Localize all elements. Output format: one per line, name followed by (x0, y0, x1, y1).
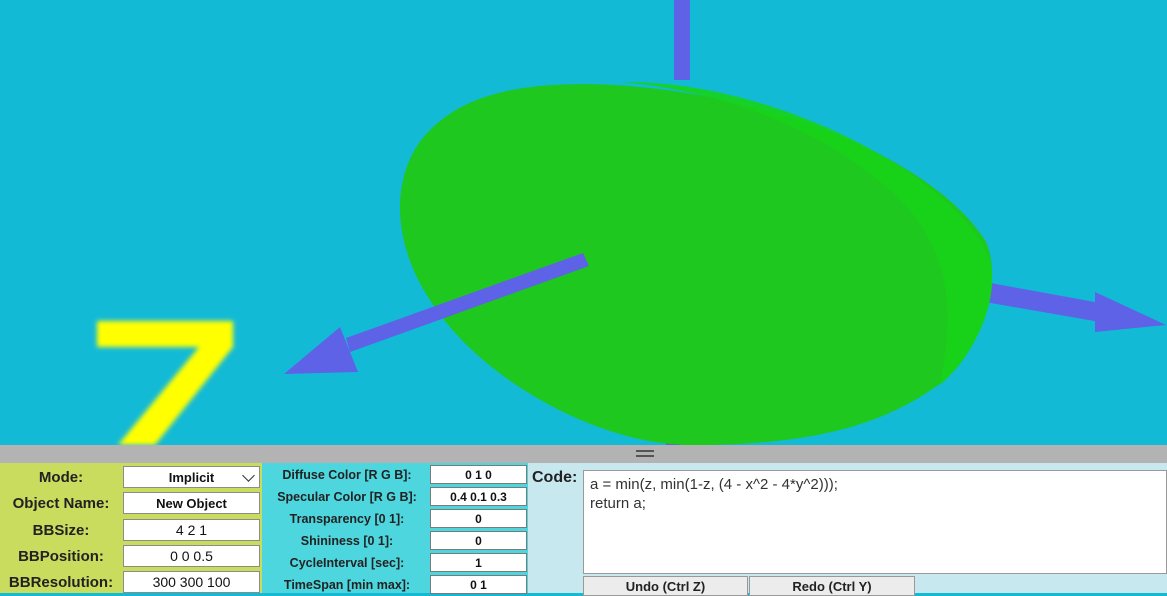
redo-button[interactable]: Redo (Ctrl Y) (749, 576, 915, 596)
diffuse-color-label: Diffuse Color [R G B]: (282, 468, 412, 482)
object-editor-panel: Mode: Implicit Object Name: New Object B… (0, 463, 1167, 596)
cycle-interval-label: CycleInterval [sec]: (289, 556, 405, 570)
specular-color-label: Specular Color [R G B]: (277, 490, 417, 504)
code-editor[interactable]: a = min(z, min(1-z, (4 - x^2 - 4*y^2)));… (583, 470, 1167, 574)
mode-select-value: Implicit (168, 469, 215, 485)
bbposition-label: BBPosition: (18, 547, 104, 565)
panel-splitter[interactable] (0, 445, 1167, 463)
timespan-label: TimeSpan [min max]: (283, 578, 411, 592)
timespan-field[interactable]: 0 1 (430, 575, 527, 594)
specular-color-field[interactable]: 0.4 0.1 0.3 (430, 487, 527, 506)
cycle-interval-field[interactable]: 1 (430, 553, 527, 572)
material-column: Diffuse Color [R G B]: 0 1 0 Specular Co… (262, 463, 528, 594)
3d-viewport[interactable] (0, 0, 1167, 445)
y-axis-arrowhead (284, 327, 358, 374)
bbposition-field[interactable]: 0 0 0.5 (123, 545, 260, 567)
diffuse-color-field[interactable]: 0 1 0 (430, 465, 527, 484)
object-name-label: Object Name: (12, 494, 110, 512)
bbresolution-label: BBResolution: (8, 573, 114, 591)
object-name-field[interactable]: New Object (123, 492, 260, 514)
code-column: Code: a = min(z, min(1-z, (4 - x^2 - 4*y… (528, 463, 1167, 596)
mode-label: Mode: (38, 468, 84, 486)
bbsize-label: BBSize: (32, 521, 90, 539)
shininess-label: Shininess [0 1]: (300, 534, 394, 548)
z-axis (674, 0, 690, 80)
code-label: Code: (532, 469, 578, 486)
scene-canvas[interactable] (0, 0, 1167, 445)
code-line-2: return a; (590, 495, 646, 512)
code-line-1: a = min(z, min(1-z, (4 - x^2 - 4*y^2))); (590, 476, 838, 493)
bbresolution-field[interactable]: 300 300 100 (123, 571, 260, 593)
x-axis (985, 282, 1100, 322)
transparency-field[interactable]: 0 (430, 509, 527, 528)
x-axis-arrowhead (1095, 292, 1166, 332)
mode-select[interactable]: Implicit (123, 466, 260, 488)
shininess-field[interactable]: 0 (430, 531, 527, 550)
transparency-label: Transparency [0 1]: (289, 512, 405, 526)
undo-button[interactable]: Undo (Ctrl Z) (583, 576, 748, 596)
chevron-down-icon (242, 469, 255, 482)
grip-lines-icon (636, 450, 654, 457)
axis-number-label (97, 321, 233, 445)
bbsize-field[interactable]: 4 2 1 (123, 519, 260, 541)
implicit-object-surface (400, 84, 993, 445)
properties-column: Mode: Implicit Object Name: New Object B… (0, 463, 262, 593)
